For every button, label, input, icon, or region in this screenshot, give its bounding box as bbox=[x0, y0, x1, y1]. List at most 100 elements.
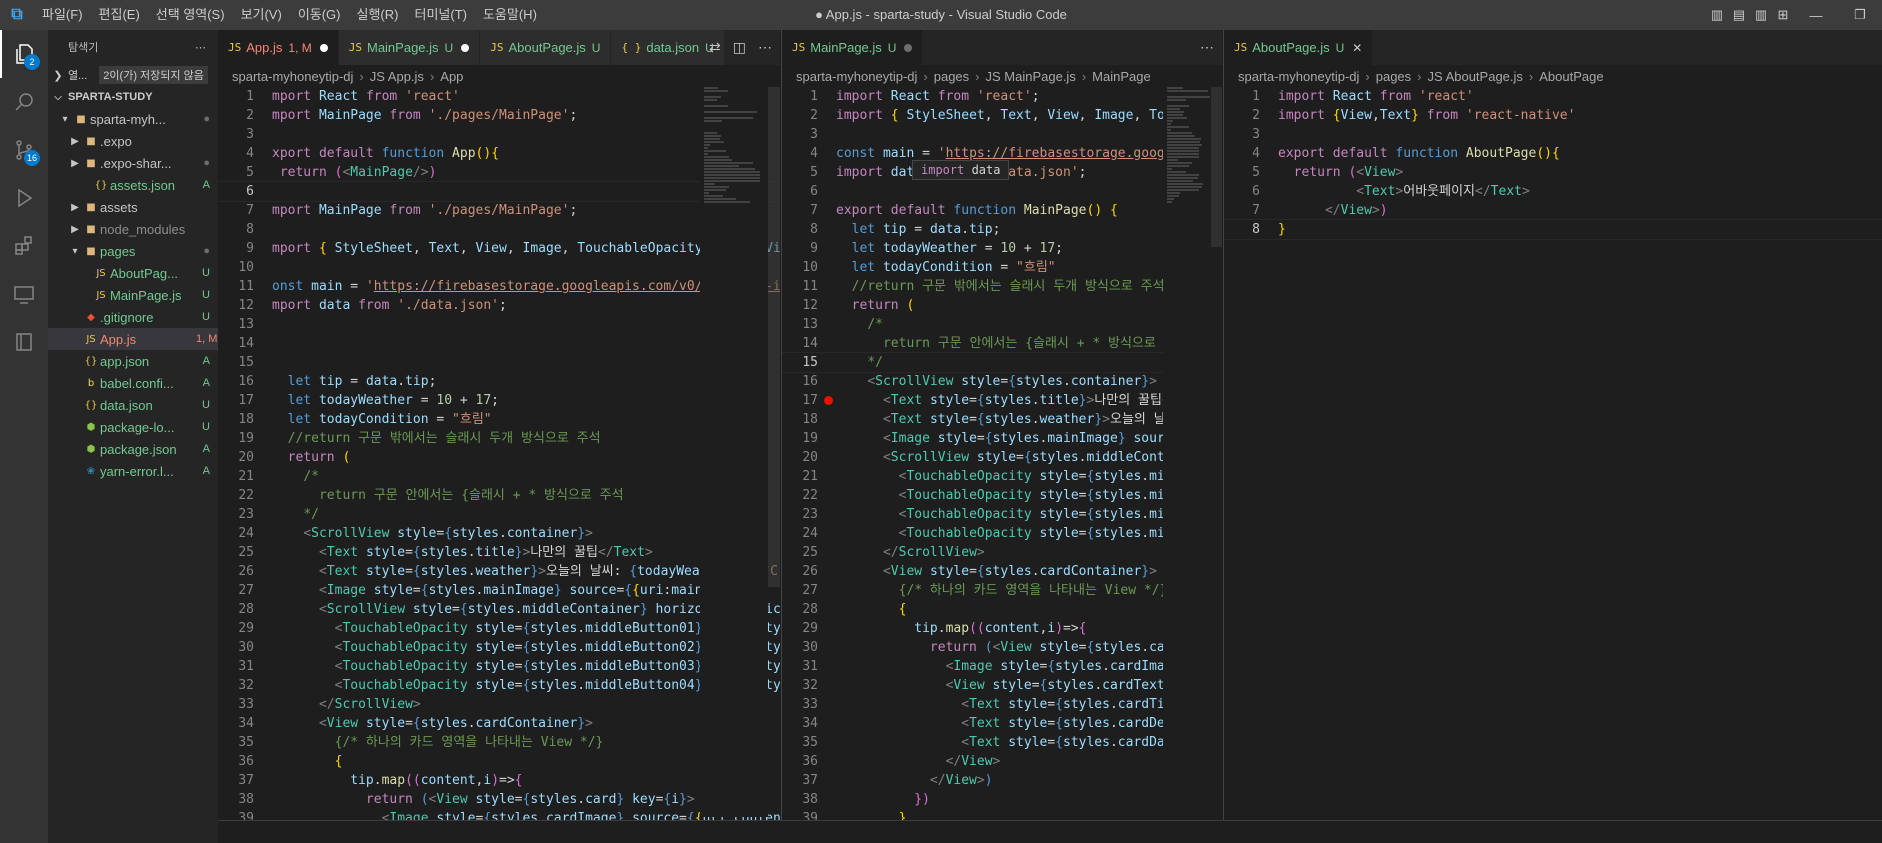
gutter[interactable] bbox=[258, 125, 272, 144]
tab-aboutpage-js[interactable]: JS AboutPage.js U ✕ bbox=[1224, 30, 1374, 65]
unsaved-dot-icon[interactable] bbox=[904, 43, 913, 52]
toggle-secondary-sidebar-icon[interactable]: ▥ bbox=[1750, 0, 1772, 30]
code-editor[interactable]: 1 import React from 'react' 2 import {View,… bbox=[1224, 87, 1882, 240]
toggle-sidebar-icon[interactable]: ▥ bbox=[1706, 0, 1728, 30]
run-debug-icon[interactable] bbox=[0, 174, 48, 222]
gutter[interactable] bbox=[822, 391, 836, 410]
tree-item[interactable]: ❀ yarn-error.l... A bbox=[48, 460, 218, 482]
gutter[interactable] bbox=[822, 714, 836, 733]
gutter[interactable] bbox=[822, 372, 836, 391]
gutter[interactable] bbox=[258, 201, 272, 220]
tab-mainpage-js[interactable]: JS MainPage.js U bbox=[338, 30, 481, 65]
gutter[interactable] bbox=[258, 182, 272, 201]
gutter[interactable] bbox=[822, 125, 836, 144]
gutter[interactable] bbox=[1264, 220, 1278, 239]
tree-item[interactable]: JS App.js 1, M bbox=[48, 328, 218, 350]
gutter[interactable] bbox=[258, 809, 272, 820]
workspace-root[interactable]: ⌵ SPARTA-STUDY bbox=[48, 86, 218, 108]
gutter[interactable] bbox=[822, 733, 836, 752]
gutter[interactable] bbox=[258, 239, 272, 258]
gutter[interactable] bbox=[258, 258, 272, 277]
gutter[interactable] bbox=[822, 239, 836, 258]
gutter[interactable] bbox=[822, 543, 836, 562]
explorer-icon[interactable]: 2 bbox=[0, 30, 48, 78]
gutter[interactable] bbox=[822, 296, 836, 315]
gutter[interactable] bbox=[822, 87, 836, 106]
gutter[interactable] bbox=[822, 448, 836, 467]
gutter[interactable] bbox=[1264, 163, 1278, 182]
breadcrumb-item[interactable]: sparta-myhoneytip-dj bbox=[1238, 69, 1359, 84]
gutter[interactable] bbox=[822, 220, 836, 239]
breadcrumb-item[interactable]: JS AboutPage.js bbox=[1428, 69, 1523, 84]
tree-item[interactable]: ▶ ■ node_modules bbox=[48, 218, 218, 240]
gutter[interactable] bbox=[258, 714, 272, 733]
gutter[interactable] bbox=[258, 353, 272, 372]
tree-item[interactable]: JS MainPage.js U bbox=[48, 284, 218, 306]
gutter[interactable] bbox=[258, 163, 272, 182]
gutter[interactable] bbox=[258, 543, 272, 562]
remote-explorer-icon[interactable] bbox=[0, 270, 48, 318]
gutter[interactable] bbox=[822, 790, 836, 809]
gutter[interactable] bbox=[822, 429, 836, 448]
breadcrumb-item[interactable]: MainPage bbox=[1092, 69, 1151, 84]
tree-item[interactable]: ▾ ■ pages ● bbox=[48, 240, 218, 262]
tree-item[interactable]: {} assets.json A bbox=[48, 174, 218, 196]
breadcrumb-item[interactable]: JS App.js bbox=[370, 69, 424, 84]
toggle-panel-icon[interactable]: ▤ bbox=[1728, 0, 1750, 30]
gutter[interactable] bbox=[258, 505, 272, 524]
gutter[interactable] bbox=[258, 315, 272, 334]
gutter[interactable] bbox=[258, 372, 272, 391]
gutter[interactable] bbox=[822, 581, 836, 600]
breadcrumb-item[interactable]: JS MainPage.js bbox=[986, 69, 1076, 84]
open-editors-section[interactable]: ❯ 열... 2이(가) 저장되지 않음 bbox=[48, 64, 218, 86]
gutter[interactable] bbox=[822, 505, 836, 524]
gutter[interactable] bbox=[1264, 87, 1278, 106]
tree-item[interactable]: {} app.json A bbox=[48, 350, 218, 372]
gutter[interactable] bbox=[822, 334, 836, 353]
menu-item[interactable]: 터미널(T) bbox=[406, 0, 474, 30]
gutter[interactable] bbox=[822, 467, 836, 486]
menu-item[interactable]: 도움말(H) bbox=[475, 0, 545, 30]
unsaved-dot-icon[interactable] bbox=[461, 43, 470, 52]
menu-item[interactable]: 실행(R) bbox=[349, 0, 407, 30]
menu-item[interactable]: 편집(E) bbox=[91, 0, 148, 30]
gutter[interactable] bbox=[1264, 125, 1278, 144]
menu-item[interactable]: 보기(V) bbox=[233, 0, 290, 30]
gutter[interactable] bbox=[258, 106, 272, 125]
gutter[interactable] bbox=[822, 771, 836, 790]
gutter[interactable] bbox=[1264, 201, 1278, 220]
menu-item[interactable]: 파일(F) bbox=[34, 0, 91, 30]
customize-layout-icon[interactable]: ⊞ bbox=[1772, 0, 1794, 30]
tree-item[interactable]: b babel.confi... A bbox=[48, 372, 218, 394]
close-icon[interactable]: ✕ bbox=[1352, 41, 1362, 55]
gutter[interactable] bbox=[822, 201, 836, 220]
gutter[interactable] bbox=[822, 106, 836, 125]
tree-item[interactable]: ▶ ■ .expo bbox=[48, 130, 218, 152]
gutter[interactable] bbox=[258, 771, 272, 790]
restore-button[interactable]: ❐ bbox=[1838, 0, 1882, 30]
code-editor[interactable]: 1 mport React from 'react' 2 mport MainPage… bbox=[218, 87, 780, 820]
gutter[interactable] bbox=[258, 676, 272, 695]
gutter[interactable] bbox=[1264, 106, 1278, 125]
gutter[interactable] bbox=[258, 220, 272, 239]
tab-app-js[interactable]: JS App.js 1, M bbox=[218, 30, 339, 65]
gutter[interactable] bbox=[1264, 182, 1278, 201]
gutter[interactable] bbox=[258, 733, 272, 752]
breadcrumb-item[interactable]: pages bbox=[1376, 69, 1411, 84]
tree-item[interactable]: ⬢ package.json A bbox=[48, 438, 218, 460]
gutter[interactable] bbox=[1264, 144, 1278, 163]
gutter[interactable] bbox=[822, 809, 836, 820]
gutter[interactable] bbox=[258, 334, 272, 353]
gutter[interactable] bbox=[258, 752, 272, 771]
menu-item[interactable]: 선택 영역(S) bbox=[148, 0, 233, 30]
gutter[interactable] bbox=[822, 657, 836, 676]
gutter[interactable] bbox=[258, 790, 272, 809]
more-actions-icon[interactable]: ⋯ bbox=[758, 39, 772, 56]
gutter[interactable] bbox=[822, 638, 836, 657]
tab-data-json[interactable]: { } data.json U bbox=[611, 30, 725, 65]
gutter[interactable] bbox=[258, 277, 272, 296]
docker-icon[interactable] bbox=[0, 318, 48, 366]
code-editor[interactable]: 1 import React from 'react'; 2 import { Sty… bbox=[782, 87, 1222, 820]
extensions-icon[interactable] bbox=[0, 222, 48, 270]
gutter[interactable] bbox=[258, 695, 272, 714]
